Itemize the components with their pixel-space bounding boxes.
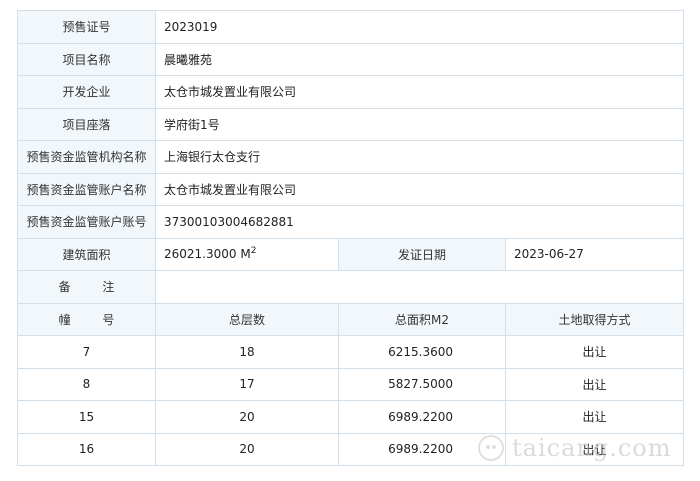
- supervisor-label: 预售资金监管机构名称: [17, 140, 156, 174]
- table-row: 16 20 6989.2200 出让: [17, 432, 685, 466]
- remarks-label: 备 注: [17, 270, 156, 304]
- account-name-value: 太仓市城发置业有限公司: [154, 172, 685, 206]
- land-cell: 出让: [504, 367, 685, 401]
- area-cell: 5827.5000: [338, 367, 506, 401]
- row-project-name: 项目名称 晨曦雅苑: [17, 42, 685, 76]
- row-supervisor: 预售资金监管机构名称 上海银行太仓支行: [17, 140, 685, 174]
- project-name-value: 晨曦雅苑: [154, 42, 685, 76]
- presale-no-value: 2023019: [154, 10, 685, 44]
- area-label: 建筑面积: [17, 237, 156, 271]
- account-no-label: 预售资金监管账户账号: [17, 205, 156, 239]
- presale-no-label: 预售证号: [17, 10, 156, 44]
- account-name-label: 预售资金监管账户名称: [17, 172, 156, 206]
- area-cell: 6989.2200: [338, 432, 506, 466]
- table-row: 7 18 6215.3600 出让: [17, 335, 685, 369]
- floors-cell: 20: [155, 400, 339, 434]
- area-cell: 6215.3600: [338, 335, 506, 369]
- land-acquisition-header: 土地取得方式: [504, 302, 685, 336]
- presale-permit-table: 预售证号 2023019 项目名称 晨曦雅苑 开发企业 太仓市城发置业有限公司 …: [17, 10, 685, 466]
- floors-cell: 20: [155, 432, 339, 466]
- floors-header: 总层数: [155, 302, 339, 336]
- developer-value: 太仓市城发置业有限公司: [154, 75, 685, 109]
- project-name-label: 项目名称: [17, 42, 156, 76]
- row-account-name: 预售资金监管账户名称 太仓市城发置业有限公司: [17, 172, 685, 206]
- land-cell: 出让: [504, 432, 685, 466]
- area-unit: M: [240, 247, 251, 262]
- area-value: 26021.3000: [164, 247, 237, 262]
- issue-date-label: 发证日期: [338, 237, 506, 271]
- building-no-cell: 7: [17, 335, 156, 369]
- developer-label: 开发企业: [17, 75, 156, 109]
- remarks-value: [154, 270, 685, 304]
- row-area-date: 建筑面积 26021.3000 M2 发证日期 2023-06-27: [17, 237, 685, 271]
- row-account-no: 预售资金监管账户账号 37300103004682881: [17, 205, 685, 239]
- account-no-value: 37300103004682881: [154, 205, 685, 239]
- row-presale-no: 预售证号 2023019: [17, 10, 685, 44]
- issue-date-value: 2023-06-27: [504, 237, 685, 271]
- total-area-header: 总面积M2: [338, 302, 506, 336]
- buildings-header-row: 幢 号 总层数 总面积M2 土地取得方式: [17, 302, 685, 336]
- area-unit-superscript: 2: [250, 246, 257, 257]
- remarks-label-text: 备 注: [58, 280, 129, 295]
- row-location: 项目座落 学府街1号: [17, 107, 685, 141]
- building-no-cell: 8: [17, 367, 156, 401]
- floors-cell: 17: [155, 367, 339, 401]
- building-no-cell: 16: [17, 432, 156, 466]
- supervisor-value: 上海银行太仓支行: [154, 140, 685, 174]
- location-label: 项目座落: [17, 107, 156, 141]
- table-row: 15 20 6989.2200 出让: [17, 400, 685, 434]
- area-cell: 6989.2200: [338, 400, 506, 434]
- location-value: 学府街1号: [154, 107, 685, 141]
- building-no-header-text: 幢 号: [58, 312, 129, 327]
- row-developer: 开发企业 太仓市城发置业有限公司: [17, 75, 685, 109]
- land-cell: 出让: [504, 400, 685, 434]
- table-row: 8 17 5827.5000 出让: [17, 367, 685, 401]
- floors-cell: 18: [155, 335, 339, 369]
- row-remarks: 备 注: [17, 270, 685, 304]
- land-cell: 出让: [504, 335, 685, 369]
- area-value-cell: 26021.3000 M2: [155, 237, 339, 271]
- building-no-cell: 15: [17, 400, 156, 434]
- building-no-header: 幢 号: [17, 302, 156, 336]
